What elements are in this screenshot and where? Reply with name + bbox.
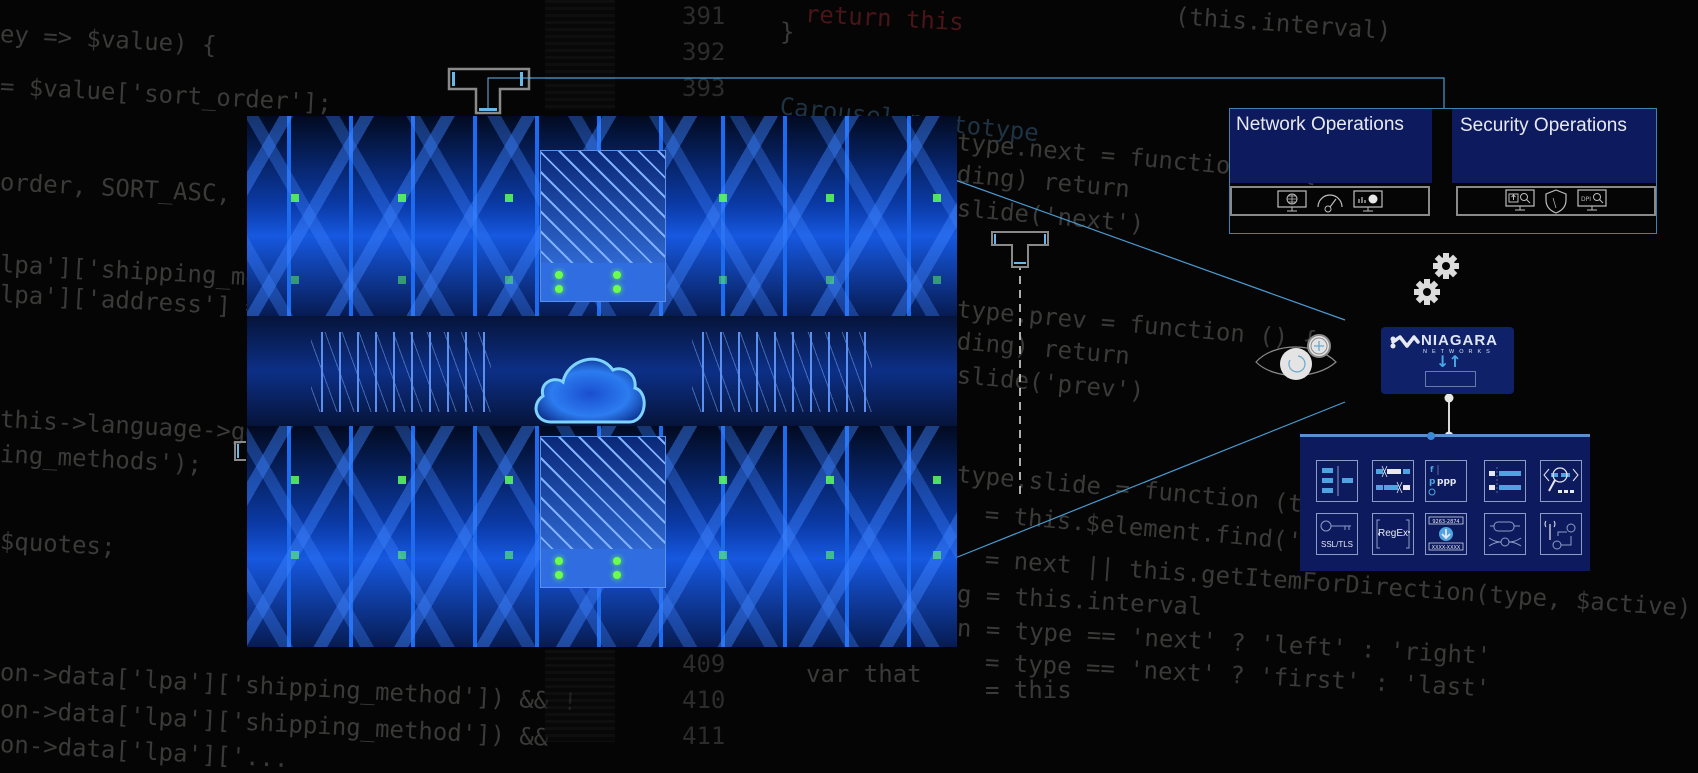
vent-grille (692, 332, 872, 412)
switch-grille (540, 150, 666, 302)
status-led (555, 557, 563, 565)
device-port-slot (1425, 371, 1476, 387)
regex-tile[interactable]: RegEx (1372, 513, 1414, 555)
network-ops-toolbar (1230, 186, 1430, 216)
svg-text:9263-2874: 9263-2874 (1432, 519, 1459, 525)
niagara-logo-icon (1390, 335, 1420, 349)
wireless-network-tile[interactable] (1540, 513, 1582, 555)
header-stripping-tile[interactable] (1484, 460, 1526, 502)
dpi-search-monitor-icon: DPI (1577, 189, 1607, 211)
tap-to-ops-line (530, 77, 1445, 108)
svg-text:p: p (1429, 477, 1436, 487)
svg-text:XXXX-XXXX: XXXX-XXXX (1432, 545, 1461, 551)
gauge-icon (1317, 194, 1343, 213)
packet-slicing-tile[interactable] (1372, 460, 1414, 502)
vent-grille (311, 332, 491, 412)
switch-grille (540, 436, 666, 588)
code-search-icon (1543, 467, 1579, 493)
connector-dot (1444, 393, 1454, 403)
data-center-image (247, 116, 957, 647)
status-led (613, 571, 621, 579)
network-tap-icon (447, 67, 531, 115)
bidirectional-arrows-icon: ↓↑ (1436, 352, 1462, 371)
brand-name: NIAGARA (1421, 332, 1498, 349)
svg-text:ppp: ppp (1437, 477, 1457, 487)
social-apps-tile[interactable]: f p ppp (1425, 460, 1467, 502)
gears-icon (1414, 253, 1459, 305)
tile-label: RegEx (1377, 528, 1408, 539)
code-inspection-tile[interactable] (1540, 460, 1582, 502)
filter-icon (1322, 466, 1353, 496)
network-operations-panel[interactable]: Network Operations (1230, 109, 1432, 183)
upload-search-monitor-icon (1505, 189, 1535, 211)
globe-monitor-icon (1277, 190, 1307, 212)
status-led (555, 571, 563, 579)
dpi-label: DPI (1581, 196, 1591, 203)
cloud-icon (534, 357, 646, 424)
security-ops-toolbar: DPI (1456, 186, 1656, 216)
tunnel-termination-tile[interactable] (1484, 513, 1526, 555)
feature-toolbox-panel: f p ppp SSL/TLS RegEx 9263-2874 XXXX-XXX… (1300, 432, 1590, 571)
status-led (613, 271, 621, 279)
social-app-icons: f p ppp (1428, 465, 1457, 496)
panel-title: Security Operations (1460, 115, 1627, 136)
image-to-device-line-bottom (954, 401, 1346, 559)
operations-group: Network Operations Security Operations D… (1229, 108, 1657, 234)
header-strip-icon (1489, 467, 1521, 495)
filter-tile[interactable] (1316, 460, 1358, 502)
network-tap-icon (991, 231, 1049, 268)
visibility-eye-icon (1255, 334, 1337, 380)
tunnel-icon (1488, 521, 1522, 547)
wireless-tower-icon (1544, 520, 1576, 550)
server-rack-bottom (247, 426, 957, 647)
status-led (613, 285, 621, 293)
security-operations-panel[interactable]: Security Operations (1452, 109, 1656, 183)
data-mask-download-icon: 9263-2874 XXXX-XXXX (1428, 516, 1464, 551)
cloud-band (247, 316, 957, 426)
scissors-slice-icon (1376, 465, 1410, 494)
status-led (613, 557, 621, 565)
niagara-packet-broker-device[interactable]: NIAGARA NETWORKS ↓↑ (1381, 327, 1514, 394)
network-tap-icon-partial (234, 441, 246, 461)
status-led (555, 285, 563, 293)
status-led (555, 271, 563, 279)
tile-label: SSL/TLS (1320, 540, 1353, 549)
server-rack-top (247, 116, 957, 316)
ssl-tls-tile[interactable]: SSL/TLS (1316, 513, 1358, 555)
connector-dot (1427, 432, 1435, 440)
shield-icon (1545, 189, 1567, 214)
data-masking-tile[interactable]: 9263-2874 XXXX-XXXX (1425, 513, 1467, 555)
chart-monitor-icon (1353, 190, 1383, 212)
panel-title: Network Operations (1236, 114, 1404, 135)
key-icon (1320, 520, 1351, 532)
svg-text:f: f (1430, 465, 1434, 474)
